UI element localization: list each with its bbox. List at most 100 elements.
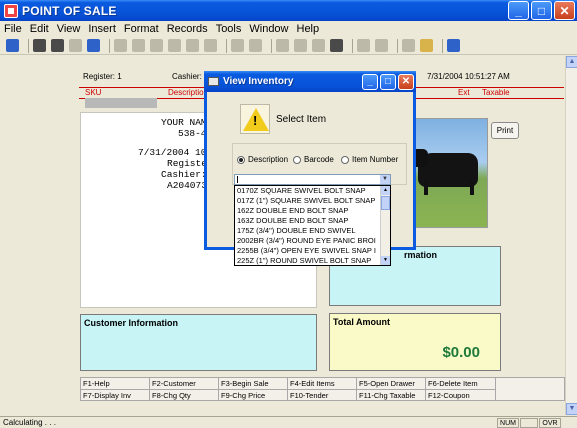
receipt-line: Registe — [167, 158, 207, 169]
sale-datetime: 7/31/2004 10:51:27 AM — [427, 72, 510, 81]
status-bar: Calculating . . . NUM OVR — [0, 416, 577, 428]
list-item[interactable]: 2255B (3/4") OPEN EYE SWIVEL SNAP I — [237, 246, 376, 256]
fkey-f4: F4-Edit Items — [288, 378, 357, 389]
menu-view[interactable]: View — [57, 23, 81, 35]
toolbar-separator — [226, 38, 227, 53]
menu-edit[interactable]: Edit — [30, 23, 49, 35]
list-item[interactable]: 163Z DOULBE END BOLT SNAP — [237, 216, 348, 226]
column-ext: Ext — [458, 88, 470, 97]
cut-icon[interactable] — [114, 39, 127, 52]
minimize-button[interactable]: _ — [508, 1, 529, 20]
new-record-icon[interactable] — [357, 39, 370, 52]
function-key-legend: F1-Help F2-Customer F3-Begin Sale F4-Edi… — [80, 377, 565, 401]
fkey-f5: F5-Open Drawer — [357, 378, 426, 389]
toolbar-separator — [397, 38, 398, 53]
fkey-f11: F11-Chg Taxable — [357, 389, 426, 400]
menu-help[interactable]: Help — [297, 23, 320, 35]
undo-icon[interactable] — [186, 39, 199, 52]
menu-file[interactable]: File — [4, 23, 22, 35]
exclamation-icon: ! — [253, 113, 258, 128]
paste-icon[interactable] — [150, 39, 163, 52]
text-caret — [237, 176, 238, 183]
item-search-combo[interactable]: ▼ — [234, 174, 391, 185]
radio-barcode[interactable]: Barcode — [293, 155, 334, 164]
dialog-title: View Inventory — [223, 76, 294, 87]
toolbar-separator — [109, 38, 110, 53]
menu-tools[interactable]: Tools — [216, 23, 242, 35]
find-icon[interactable] — [330, 39, 343, 52]
new-object-icon[interactable] — [420, 39, 433, 52]
list-scrollbar[interactable]: ▲ ▼ — [380, 186, 390, 265]
design-view-icon[interactable] — [6, 39, 19, 52]
customer-information-panel: Customer Information — [80, 314, 317, 371]
fkey-f1: F1-Help — [81, 378, 150, 389]
list-item[interactable]: 175Z (3/4") DOUBLE END SWIVEL — [237, 226, 356, 236]
cow-legs-image — [424, 181, 474, 195]
radio-barcode-label: Barcode — [304, 155, 334, 164]
radio-description[interactable]: Description — [237, 155, 288, 164]
menu-bar: File Edit View Insert Format Records Too… — [0, 21, 577, 37]
sku-entry-field[interactable] — [85, 98, 157, 108]
item-dropdown-list[interactable]: 0170Z SQUARE SWIVEL BOLT SNAP 017Z (1") … — [234, 185, 391, 266]
receipt-line: 7/31/2004 10 — [138, 147, 207, 158]
maximize-button[interactable]: □ — [531, 1, 552, 20]
radio-selected-icon — [237, 155, 245, 164]
scroll-down-icon[interactable]: ▼ — [566, 403, 577, 415]
overtype-indicator: OVR — [539, 418, 561, 428]
menu-window[interactable]: Window — [249, 23, 288, 35]
radio-item-number-label: Item Number — [352, 155, 399, 164]
close-button[interactable]: ✕ — [554, 1, 575, 20]
hyperlink-icon[interactable] — [204, 39, 217, 52]
filter-by-form-icon[interactable] — [294, 39, 307, 52]
toolbar-separator — [271, 38, 272, 53]
copy-icon[interactable] — [132, 39, 145, 52]
list-scroll-up-icon[interactable]: ▲ — [381, 186, 390, 195]
menu-records[interactable]: Records — [167, 23, 208, 35]
apply-filter-icon[interactable] — [312, 39, 325, 52]
dialog-minimize-button[interactable]: _ — [362, 73, 378, 90]
sort-ascending-icon[interactable] — [231, 39, 244, 52]
app-icon — [4, 3, 18, 18]
list-item[interactable]: 017Z (1") SQUARE SWIVEL BOLT SNAP — [237, 196, 375, 206]
radio-item-number[interactable]: Item Number — [341, 155, 398, 164]
vertical-scrollbar[interactable]: ▲ ▼ — [565, 56, 577, 415]
print-preview-icon[interactable] — [69, 39, 82, 52]
item-information-title: rmation — [404, 250, 438, 260]
menu-format[interactable]: Format — [124, 23, 159, 35]
format-painter-icon[interactable] — [168, 39, 181, 52]
column-sku: SKU — [85, 88, 102, 97]
fkey-f3: F3-Begin Sale — [219, 378, 288, 389]
list-item[interactable]: 0170Z SQUARE SWIVEL BOLT SNAP — [237, 186, 366, 196]
blank-indicator — [520, 418, 538, 428]
dialog-titlebar[interactable]: View Inventory _ □ ✕ — [204, 71, 416, 92]
dialog-maximize-button[interactable]: □ — [380, 73, 396, 90]
sort-descending-icon[interactable] — [249, 39, 262, 52]
spelling-icon[interactable] — [87, 39, 100, 52]
save-icon[interactable] — [33, 39, 46, 52]
delete-record-icon[interactable] — [375, 39, 388, 52]
print-icon[interactable] — [51, 39, 64, 52]
form-icon — [208, 77, 219, 86]
num-lock-indicator: NUM — [497, 418, 519, 428]
menu-insert[interactable]: Insert — [88, 23, 116, 35]
list-item[interactable]: 2002BR (3/4") ROUND EYE PANIC BROI — [237, 236, 376, 246]
app-title: POINT OF SALE — [22, 3, 117, 18]
filter-by-selection-icon[interactable] — [276, 39, 289, 52]
fkey-f10: F10-Tender — [288, 389, 357, 400]
dialog-close-button[interactable]: ✕ — [398, 73, 414, 90]
column-taxable: Taxable — [482, 88, 510, 97]
dropdown-arrow-icon[interactable]: ▼ — [380, 175, 390, 184]
list-scroll-down-icon[interactable]: ▼ — [381, 256, 390, 265]
database-window-icon[interactable] — [402, 39, 415, 52]
total-amount-value: $0.00 — [442, 344, 480, 361]
list-item[interactable]: 162Z DOUBLE END BOLT SNAP — [237, 206, 348, 216]
help-icon[interactable] — [447, 39, 460, 52]
toolbar — [0, 37, 577, 55]
list-item[interactable]: 225Z (1") ROUND SWIVEL BOLT SNAP — [237, 256, 371, 265]
radio-unselected-icon — [341, 155, 349, 164]
print-button[interactable]: Print — [491, 122, 519, 139]
list-scroll-thumb[interactable] — [381, 196, 390, 210]
scroll-up-icon[interactable]: ▲ — [566, 56, 577, 68]
column-description: Description — [168, 88, 209, 97]
register-label: Register: 1 — [83, 72, 122, 81]
